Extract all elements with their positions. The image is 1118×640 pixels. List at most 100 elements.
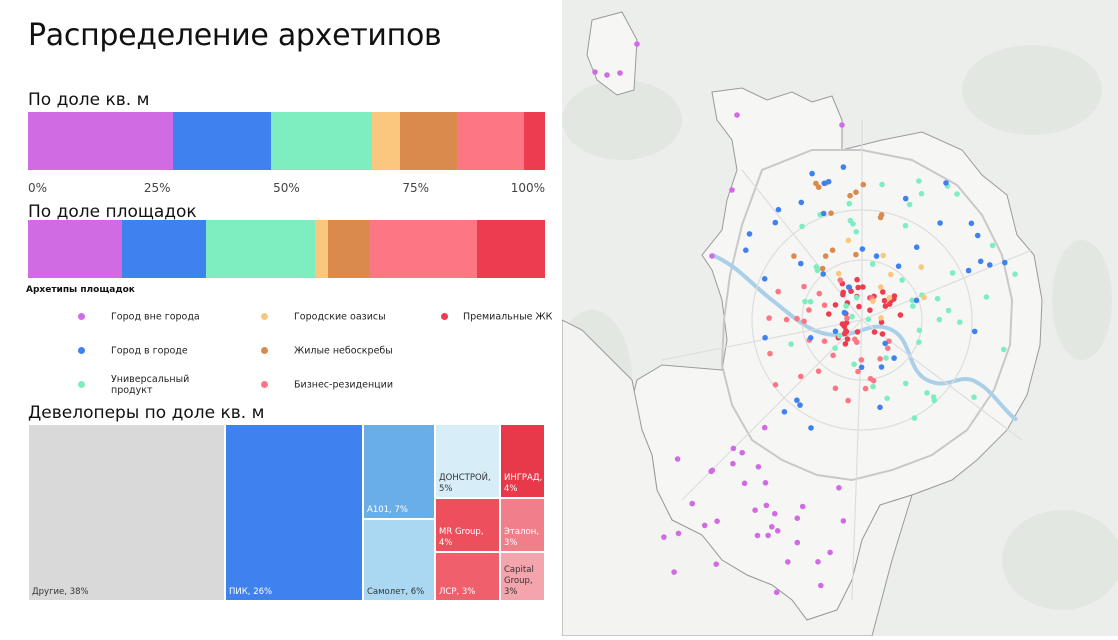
map-point xyxy=(816,290,823,297)
map-point xyxy=(841,309,848,316)
map-point xyxy=(709,253,715,259)
map-point xyxy=(918,190,925,197)
map-point xyxy=(859,246,866,252)
map-point xyxy=(821,338,828,345)
legend-item-city_outside: Город вне города xyxy=(78,311,200,322)
treemap-label: ИНГРАД, 4% xyxy=(504,473,543,494)
map-point xyxy=(1000,346,1007,353)
map-point xyxy=(840,164,847,170)
map-point xyxy=(860,284,866,290)
map-point xyxy=(674,456,681,462)
legend-label: Город вне города xyxy=(111,311,200,322)
map-point xyxy=(867,307,873,314)
map-point xyxy=(845,397,851,404)
map-point xyxy=(871,329,878,335)
map-point xyxy=(773,589,780,596)
map-point xyxy=(916,327,923,334)
map-point xyxy=(840,518,847,524)
map-point xyxy=(761,424,768,431)
map-point xyxy=(916,339,922,346)
map-point xyxy=(741,480,748,487)
map-point xyxy=(854,276,860,283)
moscow-map[interactable] xyxy=(552,0,1118,637)
map-point xyxy=(730,445,737,452)
x-tick-label: 25% xyxy=(143,181,171,195)
map-point xyxy=(888,271,894,278)
map-point xyxy=(843,303,849,309)
developers-treemap: Другие, 38% ПИК, 26% A101, 7% Самолет, 6% ДО… xyxy=(28,424,545,601)
map-point xyxy=(895,263,902,270)
map-point xyxy=(858,357,865,363)
map-point xyxy=(754,532,761,539)
map-point xyxy=(775,206,782,213)
map-point xyxy=(762,334,768,341)
map-point xyxy=(954,191,960,197)
x-tick-label: 0% xyxy=(28,181,48,195)
stack-segment-4 xyxy=(400,112,458,170)
treemap-cell: Самолет, 6% xyxy=(363,519,435,601)
map-point xyxy=(839,122,845,128)
stack-segment-6 xyxy=(524,112,545,170)
map-point xyxy=(821,180,827,187)
map-point xyxy=(971,328,978,335)
map-point xyxy=(794,397,800,404)
map-point xyxy=(886,295,893,301)
treemap-cell: Эталон, 3% xyxy=(500,498,545,552)
map-point xyxy=(836,270,842,277)
map-point xyxy=(821,302,828,309)
map-point xyxy=(798,373,804,380)
map-point xyxy=(767,350,773,357)
map-point xyxy=(916,178,922,184)
map-point xyxy=(846,200,853,207)
map-point xyxy=(832,328,839,335)
map-point xyxy=(878,315,884,321)
stack-segment-3 xyxy=(315,220,329,278)
share-sites-stacked-bar xyxy=(28,220,545,278)
map-svg xyxy=(552,0,1118,637)
map-point xyxy=(799,503,806,510)
map-point xyxy=(968,220,975,227)
map-point xyxy=(832,385,839,392)
treemap-cell: ИНГРАД, 4% xyxy=(500,424,545,498)
map-point xyxy=(730,460,736,467)
map-point xyxy=(934,295,941,302)
treemap-cell: A101, 7% xyxy=(363,424,435,519)
map-point xyxy=(840,291,846,298)
stack-segment-2 xyxy=(270,112,372,170)
map-point xyxy=(713,561,719,567)
map-point xyxy=(729,187,735,193)
map-point xyxy=(845,284,852,291)
map-point xyxy=(815,559,821,565)
map-point xyxy=(891,293,898,299)
map-point xyxy=(807,298,814,305)
map-point xyxy=(791,253,797,259)
map-point xyxy=(783,316,790,323)
treemap-label: Другие, 38% xyxy=(32,587,89,597)
treemap-label: Эталон, 3% xyxy=(504,527,539,548)
map-point xyxy=(807,335,814,341)
map-point xyxy=(844,336,851,342)
legend-title: Архетипы площадок xyxy=(26,285,135,295)
map-point xyxy=(828,210,834,216)
map-point xyxy=(842,330,848,337)
treemap-label: Самолет, 6% xyxy=(367,587,425,597)
map-point xyxy=(820,271,826,277)
map-point xyxy=(918,264,925,270)
map-point xyxy=(592,69,598,75)
map-point xyxy=(853,189,859,195)
stack-segment-5 xyxy=(370,220,478,278)
map-point xyxy=(1002,259,1008,266)
stack-segment-4 xyxy=(328,220,371,278)
map-point xyxy=(743,247,749,253)
map-point xyxy=(806,307,812,313)
map-point xyxy=(794,539,801,546)
map-point xyxy=(974,232,981,239)
map-point xyxy=(734,112,740,118)
map-point xyxy=(762,480,769,486)
legend-label: Жилые небоскребы xyxy=(294,345,393,356)
map-point xyxy=(902,195,909,202)
map-point xyxy=(902,380,909,387)
stack-segment-5 xyxy=(457,112,525,170)
map-point xyxy=(617,70,623,76)
map-point xyxy=(671,569,677,575)
